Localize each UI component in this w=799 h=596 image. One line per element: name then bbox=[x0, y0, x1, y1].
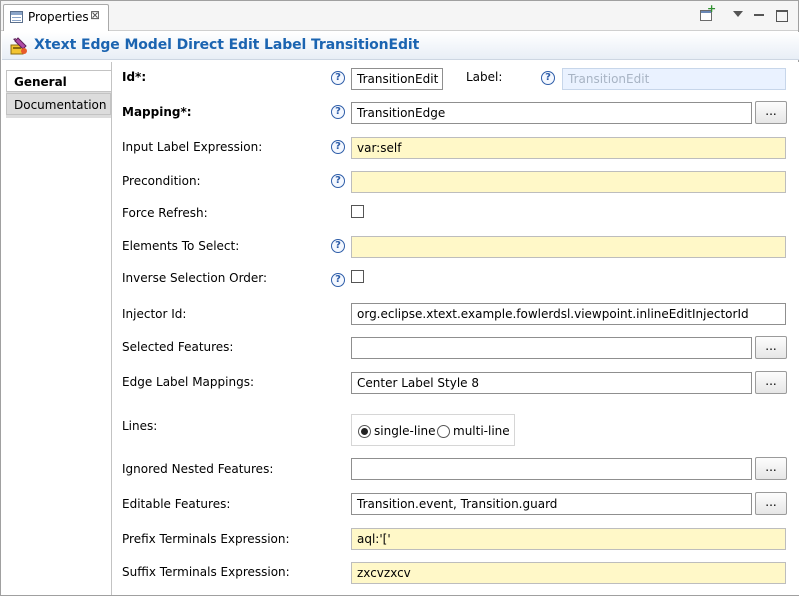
label-field-label: Label: bbox=[466, 70, 503, 84]
precondition-field[interactable] bbox=[351, 171, 786, 193]
edge-label-mappings-browse-button[interactable]: ... bbox=[755, 371, 787, 394]
editable-features-label: Editable Features: bbox=[122, 497, 231, 511]
prefix-terminals-expression-field[interactable]: aql:'[' bbox=[351, 528, 786, 550]
tab-documentation[interactable]: Documentation bbox=[6, 93, 111, 115]
id-field[interactable]: TransitionEdit bbox=[351, 68, 443, 90]
input-label-expression-field[interactable]: var:self bbox=[351, 137, 786, 159]
elements-to-select-help-icon[interactable]: ? bbox=[331, 239, 345, 253]
mapping-field[interactable]: TransitionEdge bbox=[351, 102, 752, 124]
editable-features-browse-button[interactable]: ... bbox=[755, 492, 787, 515]
ignored-nested-features-browse-button[interactable]: ... bbox=[755, 457, 787, 480]
properties-header: Xtext Edge Model Direct Edit Label Trans… bbox=[2, 32, 799, 60]
elements-to-select-field[interactable] bbox=[351, 236, 786, 258]
id-help-icon[interactable]: ? bbox=[331, 71, 345, 85]
edge-label-mappings-label: Edge Label Mappings: bbox=[122, 375, 254, 389]
input-label-expression-help-icon[interactable]: ? bbox=[331, 140, 345, 154]
selected-features-field[interactable] bbox=[351, 337, 752, 359]
input-label-expression-label: Input Label Expression: bbox=[122, 140, 263, 154]
selected-features-browse-button[interactable]: ... bbox=[755, 336, 787, 359]
mapping-label: Mapping*: bbox=[122, 105, 192, 119]
inverse-selection-order-help-icon[interactable]: ? bbox=[331, 273, 345, 287]
lines-label: Lines: bbox=[122, 419, 158, 433]
ignored-nested-features-label: Ignored Nested Features: bbox=[122, 462, 274, 476]
injector-id-field[interactable]: org.eclipse.xtext.example.fowlerdsl.view… bbox=[351, 303, 786, 325]
precondition-help-icon[interactable]: ? bbox=[331, 174, 345, 188]
new-view-icon[interactable]: + bbox=[698, 3, 716, 24]
properties-tab[interactable]: Properties ⊠ bbox=[3, 4, 109, 31]
mapping-help-icon[interactable]: ? bbox=[331, 105, 345, 119]
general-form: Id*: ? TransitionEdit Label: ? Transitio… bbox=[111, 62, 799, 595]
single-line-label[interactable]: single-line bbox=[374, 425, 436, 438]
precondition-label: Precondition: bbox=[122, 174, 201, 188]
elements-to-select-label: Elements To Select: bbox=[122, 239, 240, 253]
force-refresh-checkbox[interactable] bbox=[351, 205, 364, 218]
selected-features-label: Selected Features: bbox=[122, 340, 234, 354]
inverse-selection-order-checkbox[interactable] bbox=[351, 270, 364, 283]
maximize-icon[interactable] bbox=[772, 6, 790, 24]
label-edit-tool-icon bbox=[10, 37, 27, 55]
multi-line-radio[interactable] bbox=[437, 425, 450, 438]
view-tab-bar: Properties ⊠ + bbox=[1, 1, 798, 31]
prefix-terminals-expression-label: Prefix Terminals Expression: bbox=[122, 532, 290, 546]
injector-id-label: Injector Id: bbox=[122, 307, 187, 321]
suffix-terminals-expression-field[interactable]: zxcvzxcv bbox=[351, 562, 786, 584]
editable-features-field[interactable]: Transition.event, Transition.guard bbox=[351, 493, 752, 515]
id-label: Id*: bbox=[122, 70, 147, 84]
page-title: Xtext Edge Model Direct Edit Label Trans… bbox=[34, 37, 420, 53]
label-field[interactable]: TransitionEdit bbox=[562, 68, 786, 90]
ignored-nested-features-field[interactable] bbox=[351, 458, 752, 480]
minimize-icon[interactable] bbox=[750, 6, 768, 24]
properties-view: Properties ⊠ + Xtext Edge Model Direct E… bbox=[0, 0, 799, 596]
edge-label-mappings-field[interactable]: Center Label Style 8 bbox=[351, 372, 752, 394]
suffix-terminals-expression-label: Suffix Terminals Expression: bbox=[122, 565, 290, 579]
view-menu-icon[interactable] bbox=[729, 6, 747, 24]
label-help-icon[interactable]: ? bbox=[541, 71, 555, 85]
mapping-browse-button[interactable]: ... bbox=[755, 101, 787, 124]
multi-line-label[interactable]: multi-line bbox=[453, 425, 510, 438]
close-tab-icon[interactable]: ⊠ bbox=[90, 8, 100, 22]
force-refresh-label: Force Refresh: bbox=[122, 206, 208, 220]
tab-general[interactable]: General bbox=[6, 70, 111, 92]
inverse-selection-order-label: Inverse Selection Order: bbox=[122, 271, 268, 285]
lines-radio-group: single-line multi-line bbox=[351, 414, 515, 446]
properties-tab-label: Properties bbox=[28, 10, 89, 24]
properties-view-icon bbox=[10, 11, 23, 23]
single-line-radio[interactable] bbox=[358, 425, 371, 438]
